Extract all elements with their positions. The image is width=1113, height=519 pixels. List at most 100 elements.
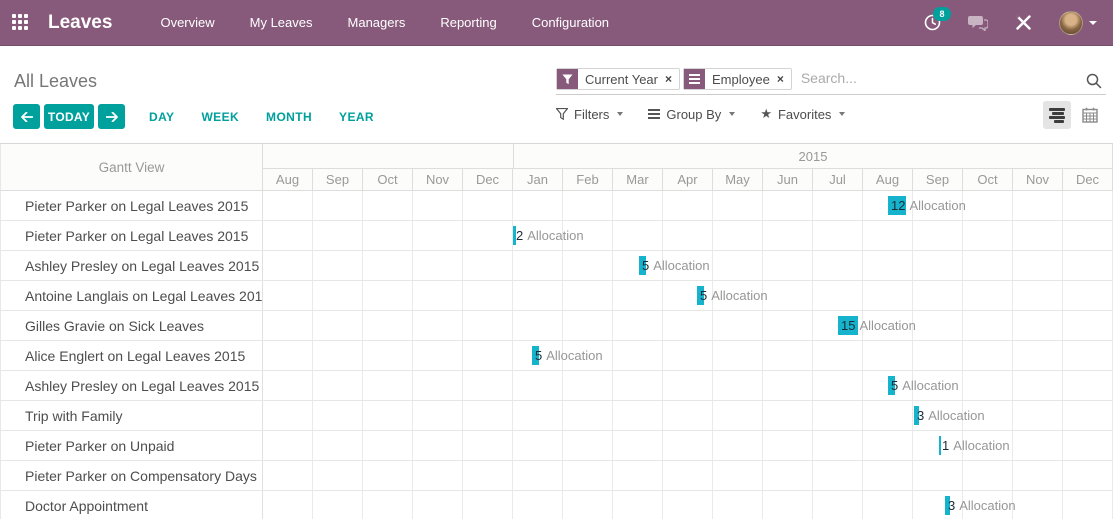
gantt-row-timeline: 15Allocation bbox=[263, 311, 1113, 340]
month-header-2015-nov: Nov bbox=[1013, 169, 1063, 191]
gantt-row: Antoine Langlais on Legal Leaves 2015 5Al… bbox=[0, 281, 1113, 311]
month-header-2015-jan: Jan bbox=[513, 169, 563, 191]
gantt-view-button[interactable] bbox=[1043, 101, 1071, 129]
filters-dropdown[interactable]: Filters bbox=[556, 107, 623, 122]
allocation-text: Allocation bbox=[928, 408, 984, 423]
user-menu[interactable] bbox=[1059, 11, 1097, 35]
gantt-row-timeline: 5Allocation bbox=[263, 341, 1113, 370]
chevron-down-icon bbox=[617, 112, 623, 116]
gantt-row: Trip with Family3Allocation bbox=[0, 401, 1113, 431]
nav-menu-configuration[interactable]: Configuration bbox=[532, 15, 609, 30]
allocation-bar[interactable] bbox=[939, 436, 941, 455]
allocation-bar-label: 5Allocation bbox=[535, 346, 603, 365]
chevron-down-icon bbox=[1089, 21, 1097, 25]
allocation-bar-label: 3Allocation bbox=[948, 496, 1016, 515]
allocation-text: Allocation bbox=[909, 198, 965, 213]
gantt-row-timeline: 3Allocation bbox=[263, 401, 1113, 430]
facet-remove-icon[interactable]: × bbox=[777, 69, 791, 89]
gantt-row-label[interactable]: Antoine Langlais on Legal Leaves 2015 bbox=[0, 281, 263, 310]
allocation-bar-label: 5Allocation bbox=[700, 286, 768, 305]
scale-month[interactable]: MONTH bbox=[266, 110, 312, 124]
favorites-dropdown[interactable]: ★ Favorites bbox=[760, 106, 845, 122]
month-header-2015-sep: Sep bbox=[913, 169, 963, 191]
allocation-bar[interactable] bbox=[532, 346, 539, 365]
gantt-row: Pieter Parker on Compensatory Days bbox=[0, 461, 1113, 491]
month-header-prev-nov: Nov bbox=[413, 169, 463, 191]
prev-button[interactable] bbox=[13, 104, 40, 129]
allocation-bar-label: 2 Allocation bbox=[516, 226, 584, 245]
top-navbar: Leaves Overview My Leaves Managers Reportin… bbox=[0, 0, 1113, 46]
allocation-bar[interactable] bbox=[697, 286, 704, 305]
gantt-row-label[interactable]: Trip with Family bbox=[0, 401, 263, 430]
search-bar[interactable]: Current Year×Employee× bbox=[556, 68, 1106, 95]
gantt-row: Gilles Gravie on Sick Leaves15Allocation bbox=[0, 311, 1113, 341]
gantt-row-label[interactable]: Alice Englert on Legal Leaves 2015 bbox=[0, 341, 263, 370]
activity-count-badge: 8 bbox=[933, 7, 951, 21]
nav-menu-overview[interactable]: Overview bbox=[160, 15, 214, 30]
allocation-bar[interactable] bbox=[888, 376, 895, 395]
allocation-text: Allocation bbox=[527, 228, 583, 243]
navbar-right: 8 bbox=[924, 11, 1097, 35]
app-title[interactable]: Leaves bbox=[48, 12, 112, 34]
apps-menu-icon[interactable] bbox=[12, 14, 32, 32]
gantt-view: Gantt View 2015 AugSepOctNovDecJanFebMar… bbox=[0, 143, 1113, 519]
gantt-row-timeline: 12Allocation bbox=[263, 191, 1113, 220]
scale-week[interactable]: WEEK bbox=[201, 110, 239, 124]
gantt-row-timeline: 5Allocation bbox=[263, 251, 1113, 280]
gantt-row-label[interactable]: Ashley Presley on Legal Leaves 2015 bbox=[0, 371, 263, 400]
gantt-row-label[interactable]: Pieter Parker on Legal Leaves 2015 bbox=[0, 221, 263, 250]
search-facet-current-year: Current Year× bbox=[556, 68, 680, 90]
search-icon[interactable] bbox=[1086, 73, 1102, 89]
calendar-view-button[interactable] bbox=[1076, 101, 1104, 129]
allocation-bar[interactable] bbox=[838, 316, 858, 335]
activities-button[interactable]: 8 bbox=[924, 14, 941, 31]
gantt-row-label[interactable]: Pieter Parker on Legal Leaves 2015 bbox=[0, 191, 263, 220]
gantt-row-label[interactable]: Ashley Presley on Legal Leaves 2015 bbox=[0, 251, 263, 280]
month-header-prev-aug: Aug bbox=[263, 169, 313, 191]
group-by-dropdown[interactable]: Group By bbox=[648, 107, 735, 122]
calendar-icon bbox=[1082, 107, 1098, 123]
gantt-row-label[interactable]: Doctor Appointment bbox=[0, 491, 263, 519]
gantt-row-timeline bbox=[263, 461, 1113, 490]
nav-menu-managers[interactable]: Managers bbox=[348, 15, 406, 30]
facet-remove-icon[interactable]: × bbox=[665, 69, 679, 89]
nav-menu-my-leaves[interactable]: My Leaves bbox=[250, 15, 313, 30]
gantt-row-label[interactable]: Gilles Gravie on Sick Leaves bbox=[0, 311, 263, 340]
allocation-bar[interactable] bbox=[914, 406, 919, 425]
gantt-year-row: 2015 bbox=[263, 144, 1113, 169]
month-header-2015-jun: Jun bbox=[763, 169, 813, 191]
month-header-2015-jul: Jul bbox=[813, 169, 863, 191]
next-button[interactable] bbox=[98, 104, 125, 129]
filters-label: Filters bbox=[574, 107, 609, 122]
gantt-row-label[interactable]: Pieter Parker on Unpaid bbox=[0, 431, 263, 460]
allocation-bar[interactable] bbox=[513, 226, 516, 245]
chevron-down-icon bbox=[839, 112, 845, 116]
group-by-icon bbox=[648, 109, 660, 119]
month-header-2015-may: May bbox=[713, 169, 763, 191]
scale-day[interactable]: DAY bbox=[149, 110, 174, 124]
scale-year[interactable]: YEAR bbox=[339, 110, 374, 124]
gantt-view-icon bbox=[1049, 108, 1065, 123]
allocation-value: 2 bbox=[516, 228, 523, 243]
gantt-row: Alice Englert on Legal Leaves 2015 5Alloc… bbox=[0, 341, 1113, 371]
allocation-text: Allocation bbox=[859, 318, 915, 333]
allocation-bar-label: 5Allocation bbox=[891, 376, 959, 395]
filter-icon bbox=[556, 108, 568, 120]
messages-button[interactable] bbox=[968, 15, 988, 31]
allocation-bar-label: 1Allocation bbox=[942, 436, 1010, 455]
nav-menu-reporting[interactable]: Reporting bbox=[440, 15, 496, 30]
allocation-bar[interactable] bbox=[888, 196, 906, 215]
year-header-2015: 2015 bbox=[513, 144, 1113, 169]
gantt-row-label[interactable]: Pieter Parker on Compensatory Days bbox=[0, 461, 263, 490]
month-header-2015-oct: Oct bbox=[963, 169, 1013, 191]
allocation-bar[interactable] bbox=[945, 496, 950, 515]
allocation-text: Allocation bbox=[953, 438, 1009, 453]
gantt-row-timeline: 5Allocation bbox=[263, 281, 1113, 310]
tools-button[interactable] bbox=[1015, 14, 1032, 31]
allocation-text: Allocation bbox=[959, 498, 1015, 513]
avatar bbox=[1059, 11, 1083, 35]
today-button[interactable]: TODAY bbox=[44, 104, 94, 129]
allocation-bar[interactable] bbox=[639, 256, 646, 275]
month-header-2015-apr: Apr bbox=[663, 169, 713, 191]
search-input[interactable] bbox=[795, 68, 1086, 88]
